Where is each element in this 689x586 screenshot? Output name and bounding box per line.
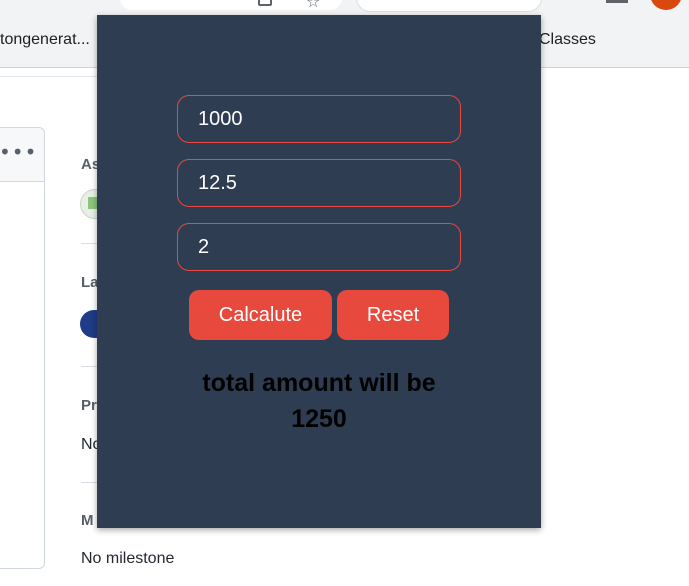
sidebar-labels-label[interactable]: La xyxy=(81,274,99,291)
bookmark-item[interactable]: Classes xyxy=(539,31,596,49)
sidebar-milestone-label[interactable]: M xyxy=(81,512,94,529)
principal-input[interactable] xyxy=(177,95,461,143)
result-label: total amount will be xyxy=(202,369,436,397)
extensions-tray xyxy=(356,0,542,12)
calculator-popup: Calcalute Reset total amount will be 125… xyxy=(97,15,541,528)
page-info-icon[interactable] xyxy=(258,0,272,6)
profile-avatar[interactable] xyxy=(650,0,682,10)
result-value: 1250 xyxy=(291,405,347,433)
browser-toolbar: ☆ xyxy=(0,0,689,14)
bookmark-star-icon[interactable]: ☆ xyxy=(306,0,320,11)
more-options-icon[interactable]: ••• xyxy=(0,140,37,164)
reset-button[interactable]: Reset xyxy=(337,290,449,340)
years-input[interactable] xyxy=(177,223,461,271)
browser-menu-icon[interactable] xyxy=(606,0,628,3)
comment-card-header: ••• xyxy=(0,128,44,182)
calculate-button[interactable]: Calcalute xyxy=(189,290,332,340)
comment-card: ••• xyxy=(0,127,45,569)
sidebar-projects-label[interactable]: Pr xyxy=(81,397,97,414)
milestone-value: No milestone xyxy=(81,550,175,567)
screenshot-root: ☆ tongenerat... Classes ••• As La Pr No … xyxy=(0,0,689,586)
result-text: total amount will be 1250 xyxy=(177,365,461,437)
bookmark-item[interactable]: tongenerat... xyxy=(0,31,90,49)
rate-input[interactable] xyxy=(177,159,461,207)
